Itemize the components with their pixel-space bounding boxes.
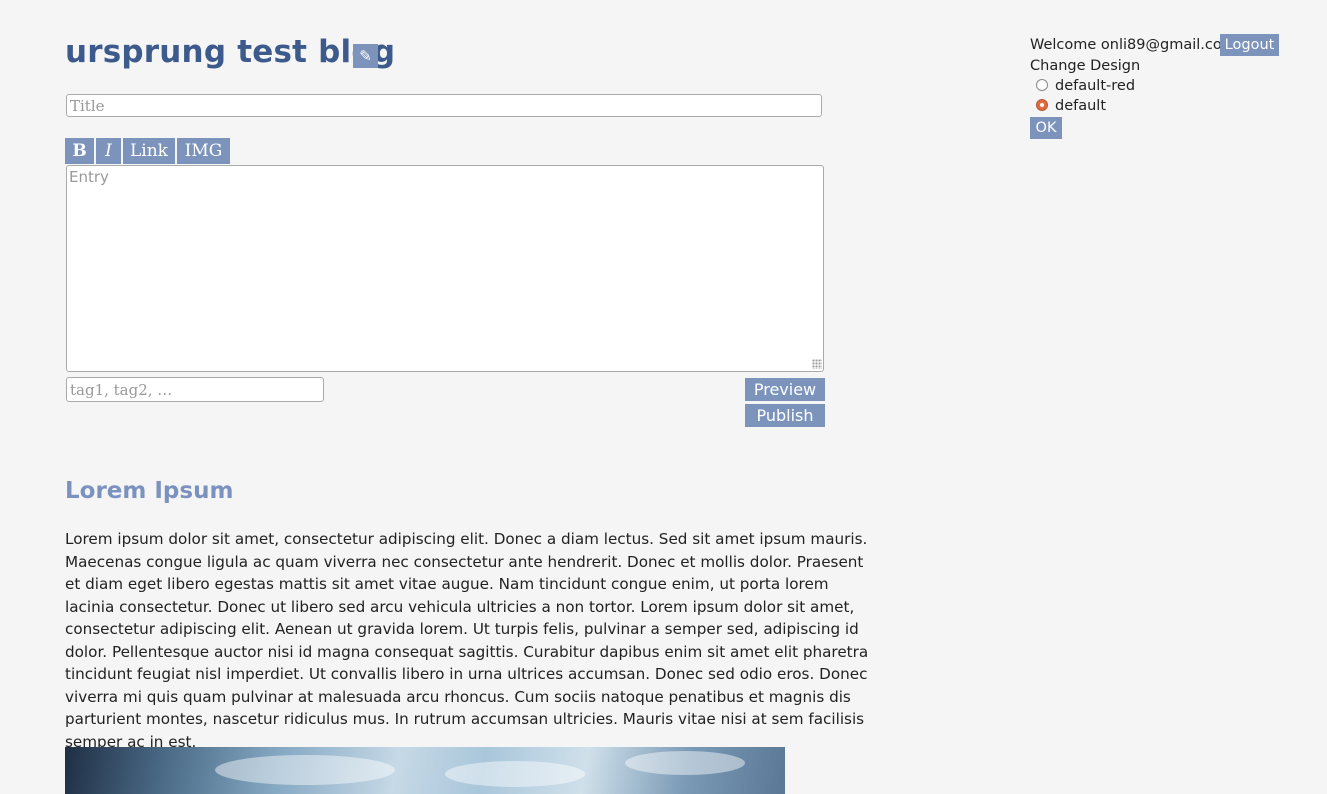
italic-button[interactable]: I bbox=[96, 138, 121, 164]
radio-button[interactable] bbox=[1036, 79, 1048, 91]
link-button[interactable]: Link bbox=[123, 138, 175, 164]
publish-button[interactable]: Publish bbox=[745, 404, 825, 427]
ok-button[interactable]: OK bbox=[1030, 117, 1062, 139]
preview-button[interactable]: Preview bbox=[745, 378, 825, 401]
tags-input[interactable] bbox=[66, 377, 324, 402]
logout-button[interactable]: Logout bbox=[1220, 34, 1279, 56]
bold-button[interactable]: B bbox=[65, 138, 94, 164]
blog-title: ursprung test blog bbox=[65, 34, 396, 70]
post-image bbox=[65, 747, 785, 794]
design-option-label: default bbox=[1055, 98, 1107, 114]
format-toolbar: B I Link IMG bbox=[65, 138, 232, 164]
post-body: Lorem ipsum dolor sit amet, consectetur … bbox=[65, 530, 869, 751]
resize-handle-icon[interactable] bbox=[812, 359, 822, 369]
title-input[interactable] bbox=[66, 94, 822, 117]
entry-textarea[interactable] bbox=[66, 165, 824, 372]
post-title[interactable]: Lorem Ipsum bbox=[65, 478, 233, 504]
design-option-label: default-red bbox=[1055, 78, 1136, 94]
radio-button-selected[interactable] bbox=[1036, 99, 1048, 111]
pencil-icon: ✎ bbox=[359, 47, 372, 65]
image-button[interactable]: IMG bbox=[177, 138, 230, 164]
change-design-label: Change Design bbox=[1030, 58, 1141, 74]
edit-blog-title-button[interactable]: ✎ bbox=[353, 44, 378, 68]
welcome-text: Welcome onli89@gmail.com bbox=[1030, 37, 1236, 53]
